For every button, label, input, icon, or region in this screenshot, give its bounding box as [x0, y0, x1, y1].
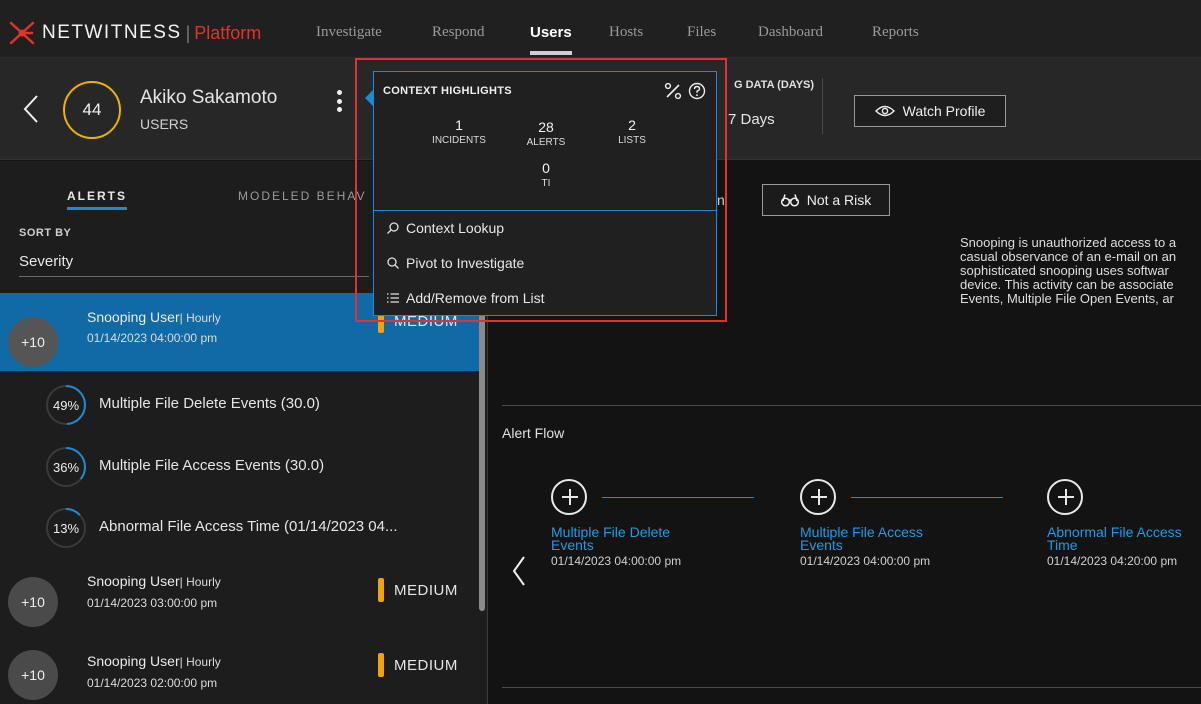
flow-node[interactable]: Multiple File Access Events 01/14/2023 0…	[800, 479, 1010, 579]
brand-name: NETWITNESS	[42, 22, 182, 43]
alerts-scrollbar[interactable]	[479, 306, 485, 611]
alert-date: 01/14/2023 04:00:00 pm	[87, 331, 218, 345]
sort-by-label: SORT BY	[19, 227, 72, 239]
description-line: sophisticated snooping uses softwar	[960, 263, 1169, 278]
alert-row[interactable]: +10 Snooping User| Hourly 01/14/2023 03:…	[0, 563, 480, 641]
alert-date: 01/14/2023 02:00:00 pm	[87, 676, 218, 690]
flow-node[interactable]: Abnormal File Access Time 01/14/2023 04:…	[1047, 479, 1201, 579]
alert-score-badge: +10	[8, 650, 58, 700]
flow-node-name[interactable]: Multiple File Access Events	[800, 525, 950, 552]
flow-connector	[602, 497, 754, 498]
alert-name: Snooping User	[87, 309, 180, 325]
brand-product: Platform	[194, 22, 262, 43]
brand-separator: |	[185, 22, 191, 43]
alert-score-badge: +10	[8, 317, 58, 367]
indicator-percent-ring: 36%	[45, 446, 87, 488]
alert-title: Snooping User| Hourly	[87, 653, 221, 669]
nav-respond[interactable]: Respond	[432, 24, 485, 41]
flow-node-name[interactable]: Abnormal File Access Time	[1047, 525, 1197, 552]
indicator-label: Multiple File Delete Events (30.0)	[99, 395, 320, 412]
tab-alerts[interactable]: ALERTS	[67, 189, 127, 210]
indicator-percent: 36%	[52, 459, 80, 475]
nav-reports[interactable]: Reports	[872, 24, 919, 41]
tab-modeled-behaviors[interactable]: MODELED BEHAV	[238, 189, 366, 203]
binoculars-icon	[780, 194, 799, 207]
alert-name: Snooping User	[87, 573, 180, 589]
severity-bar	[378, 578, 384, 602]
alert-frequency: | Hourly	[179, 575, 221, 589]
indicator-percent-ring: 49%	[45, 384, 87, 426]
severity-label: MEDIUM	[394, 656, 458, 674]
flow-node-date: 01/14/2023 04:20:00 pm	[1047, 554, 1178, 568]
description-line: Snooping is unauthorized access to a	[960, 236, 1177, 250]
alert-row[interactable]: +10 Snooping User| Hourly 01/14/2023 02:…	[0, 641, 480, 704]
severity-bar	[378, 653, 384, 677]
alert-frequency: | Hourly	[179, 311, 221, 325]
flow-node[interactable]: Multiple File Delete Events 01/14/2023 0…	[551, 479, 761, 579]
highlight-callout-box	[355, 58, 727, 322]
flow-node-name[interactable]: Multiple File Delete Events	[551, 525, 701, 552]
modeled-data-label: G DATA (DAYS)	[734, 79, 815, 91]
not-a-risk-button[interactable]: Not a Risk	[762, 184, 890, 216]
user-type: USERS	[140, 116, 189, 132]
description-line: Events, Multiple File Open Events, ar	[960, 291, 1174, 306]
indicator-label: Multiple File Access Events (30.0)	[99, 457, 325, 474]
brand-logo[interactable]: NETWITNESS | Platform	[8, 20, 261, 46]
user-risk-score: 44	[63, 81, 121, 139]
indicator-percent: 13%	[52, 520, 80, 536]
alert-title: Snooping User| Hourly	[87, 573, 221, 589]
alert-date: 01/14/2023 03:00:00 pm	[87, 596, 218, 610]
nav-investigate[interactable]: Investigate	[316, 24, 382, 41]
user-name: Akiko Sakamoto	[140, 87, 278, 108]
top-navigation: NETWITNESS | Platform Investigate Respon…	[0, 0, 1201, 58]
description-line: device. This activity can be associate	[960, 277, 1174, 292]
add-circle-icon[interactable]	[1047, 479, 1083, 515]
eye-icon	[874, 105, 895, 117]
flow-connector	[851, 497, 1003, 498]
alert-title: Snooping User| Hourly	[87, 309, 221, 325]
indicator-row[interactable]: 13% Abnormal File Access Time (01/14/202…	[0, 498, 480, 558]
netwitness-logo-icon	[9, 21, 35, 45]
indicator-row[interactable]: 36% Multiple File Access Events (30.0)	[0, 437, 480, 497]
alert-frequency: | Hourly	[179, 655, 221, 669]
indicator-row[interactable]: 49% Multiple File Delete Events (30.0)	[0, 375, 480, 435]
alert-flow-title: Alert Flow	[502, 425, 565, 441]
indicator-percent: 49%	[52, 397, 80, 413]
severity-label: MEDIUM	[394, 581, 458, 599]
alert-name: Snooping User	[87, 653, 180, 669]
description-line: casual observance of an e-mail on an	[960, 249, 1177, 264]
not-a-risk-label: Not a Risk	[806, 192, 872, 208]
flow-back-chevron-icon[interactable]	[512, 555, 526, 587]
nav-dashboard[interactable]: Dashboard	[758, 24, 823, 41]
flow-node-date: 01/14/2023 04:00:00 pm	[800, 554, 931, 568]
sort-by-select[interactable]: Severity	[19, 249, 369, 277]
add-circle-icon[interactable]	[800, 479, 836, 515]
header-divider	[822, 78, 823, 134]
watch-profile-label: Watch Profile	[902, 103, 986, 119]
nav-files[interactable]: Files	[687, 24, 716, 41]
nav-hosts[interactable]: Hosts	[609, 24, 643, 41]
indicator-label: Abnormal File Access Time (01/14/2023 04…	[99, 518, 398, 535]
section-divider	[502, 405, 1201, 406]
section-divider	[502, 687, 1201, 688]
back-chevron-icon[interactable]	[22, 94, 40, 124]
modeled-data-value: 7 Days	[728, 111, 775, 128]
alert-score-badge: +10	[8, 577, 58, 627]
severity-indicator: MEDIUM	[378, 653, 458, 677]
indicator-percent-ring: 13%	[45, 507, 87, 549]
watch-profile-button[interactable]: Watch Profile	[854, 95, 1006, 127]
add-circle-icon[interactable]	[551, 479, 587, 515]
flow-node-date: 01/14/2023 04:00:00 pm	[551, 554, 682, 568]
nav-users[interactable]: Users	[530, 24, 572, 55]
alert-description: Snooping is unauthorized access to a cas…	[960, 236, 1201, 306]
more-options-icon[interactable]	[336, 90, 342, 112]
severity-indicator: MEDIUM	[378, 578, 458, 602]
